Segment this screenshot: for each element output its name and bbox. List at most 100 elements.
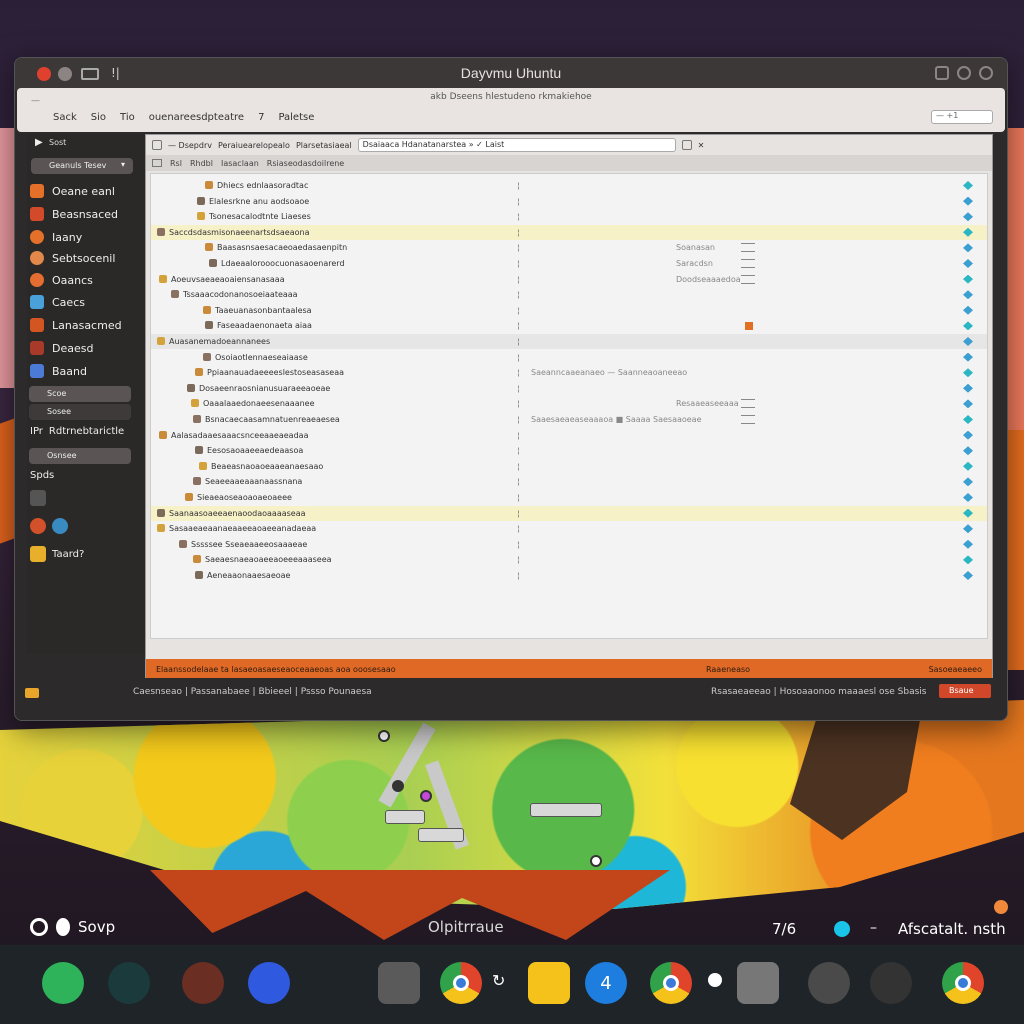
sidebar-pill[interactable]: Sosee	[29, 404, 131, 420]
menu-item[interactable]: 7	[258, 112, 264, 123]
back-icon[interactable]	[152, 140, 162, 150]
sync-icon[interactable]	[963, 243, 973, 253]
close-icon[interactable]: ✕	[698, 141, 705, 150]
chrome-app-2-icon[interactable]	[650, 962, 692, 1004]
record-app-icon[interactable]	[182, 962, 224, 1004]
table-row[interactable]: Beaeasnaoaoeaaeanaesaao ¦	[151, 459, 987, 474]
table-row[interactable]: Saccdsdasmisonaeenartsdsaeaona ¦	[151, 224, 987, 240]
path-segment[interactable]: Iasaclaan	[221, 159, 259, 168]
menu-item[interactable]: Sio	[91, 112, 106, 123]
table-row[interactable]: Ldaeaalorooocuonasaoenarerd ¦ Saracdsn	[151, 256, 987, 271]
sidebar-item[interactable]: Sebtsocenil	[27, 247, 143, 269]
table-row[interactable]: Saanaasoaeeaenaoodaoaaaaseaa ¦	[151, 505, 987, 521]
menu-search-input[interactable]: — +1	[931, 110, 993, 124]
clock[interactable]: 7/6	[772, 920, 796, 938]
sidebar-item-small[interactable]	[30, 490, 46, 506]
play-icon[interactable]: ▶	[35, 137, 43, 148]
table-row[interactable]: Faseaadaenonaeta aiaa ¦	[151, 318, 987, 333]
table-row[interactable]: Oaaalaaedonaeesenaaanee ¦ Resaaeaseeaaa	[151, 396, 987, 411]
table-row[interactable]: Dosaeenraosnianusuaraeeaoeae ¦	[151, 381, 987, 396]
sidebar-item[interactable]: Deaesd	[27, 337, 143, 359]
chrome-app-1-icon[interactable]	[440, 962, 482, 1004]
table-row[interactable]: Sasaaeaeaanaeaaeeaoaeeanadaeaa ¦	[151, 521, 987, 536]
table-row[interactable]: Baasasnsaesacaeoaedasaenpitn ¦ Soanasan	[151, 240, 987, 255]
sync-icon[interactable]	[963, 508, 973, 518]
sync-icon[interactable]	[963, 461, 973, 471]
gear-icon[interactable]	[979, 66, 993, 80]
sync-icon[interactable]	[963, 352, 973, 362]
path-segment[interactable]: Rsiaseodasdoilrene	[267, 159, 344, 168]
notes-app-icon[interactable]	[528, 962, 570, 1004]
menu-item[interactable]: Tio	[120, 112, 135, 123]
sidebar-select[interactable]: Geanuls Tesev ▾	[31, 158, 133, 174]
sync-icon[interactable]	[963, 290, 973, 300]
sync-icon[interactable]	[963, 446, 973, 456]
title-bar[interactable]: !| Dayvmu Uhuntu	[15, 58, 1007, 90]
refresh-icon[interactable]: ↻	[492, 971, 505, 990]
camera-app-icon[interactable]	[870, 962, 912, 1004]
menu-item[interactable]: Paletse	[278, 112, 314, 123]
settings-icon[interactable]	[957, 66, 971, 80]
terminal-app-icon[interactable]	[808, 962, 850, 1004]
sync-icon[interactable]	[963, 181, 973, 190]
chrome-app-3-icon[interactable]	[942, 962, 984, 1004]
sync-icon[interactable]	[963, 212, 973, 222]
footer-button[interactable]: Bsaue	[939, 684, 991, 698]
address-bar[interactable]: Dsaiaaca Hdanatanarstea » ✓ Laist	[357, 138, 676, 152]
sync-icon[interactable]	[963, 196, 973, 206]
path-segment[interactable]: Rhdbl	[190, 159, 213, 168]
sidebar-item[interactable]: Oaancs	[27, 269, 143, 291]
copy-icon[interactable]	[681, 140, 692, 150]
sync-icon[interactable]	[963, 477, 973, 487]
menu-item[interactable]: ouenareesdpteatre	[149, 112, 244, 123]
window-icon[interactable]	[935, 66, 949, 80]
sidebar-pill[interactable]: Osnsee	[29, 448, 131, 464]
eye-app-icon[interactable]	[108, 962, 150, 1004]
sidebar-item-special[interactable]: IPr Rdtrnebtarictle	[30, 426, 124, 437]
table-row[interactable]: Auasanemadoeannanees ¦	[151, 334, 987, 349]
table-row[interactable]: Tsonesacalodtnte Liaeses ¦	[151, 209, 987, 224]
sidebar-pill[interactable]: Scoe	[29, 386, 131, 402]
photos-app-icon[interactable]	[378, 962, 420, 1004]
sync-icon[interactable]	[963, 539, 973, 549]
status-dot-icon[interactable]	[834, 921, 850, 937]
table-row[interactable]: Tssaaacodonanosoeiaateaaa ¦	[151, 287, 987, 302]
folder-icon[interactable]	[25, 688, 39, 698]
phone-app-icon[interactable]	[42, 962, 84, 1004]
breadcrumb[interactable]: Plarsetasiaeal	[296, 141, 352, 150]
sidebar-item[interactable]: Beasnsaced	[27, 203, 143, 225]
sync-icon[interactable]	[963, 415, 973, 424]
dot-icon[interactable]	[56, 918, 70, 936]
sync-icon[interactable]	[963, 383, 973, 393]
table-row[interactable]: Ppiaanauadaeeeeslestoseasaseaa ¦ Saeanncaa…	[151, 365, 987, 380]
sidebar-item-small[interactable]: Taard?	[30, 546, 84, 562]
table-row[interactable]: Saeaesnaeaoaeeaoeeeaaaseea ¦	[151, 552, 987, 567]
sidebar-item[interactable]: Iaany	[27, 226, 143, 248]
folder-icon[interactable]	[152, 159, 162, 167]
table-row[interactable]: Eesosaoaaeeaedeaasoa ¦	[151, 443, 987, 458]
table-row[interactable]: Aeneaaonaaesaeoae ¦	[151, 568, 987, 583]
sync-icon[interactable]	[963, 305, 973, 315]
sync-icon[interactable]	[963, 571, 973, 580]
sidebar-item[interactable]: Oeane eanl	[27, 180, 143, 202]
sync-icon[interactable]	[963, 259, 973, 268]
sync-icon[interactable]	[963, 321, 973, 331]
settings-app-icon[interactable]	[737, 962, 779, 1004]
table-row[interactable]: Aalasadaaesaaacsnceeaaeaeadaa ¦	[151, 428, 987, 443]
menu-item[interactable]: Sack	[53, 112, 77, 123]
path-segment[interactable]: Rsl	[170, 159, 182, 168]
sync-icon[interactable]	[963, 227, 973, 237]
sidebar-item[interactable]: Lanasacmed	[27, 314, 143, 336]
sync-icon[interactable]	[963, 430, 973, 440]
sync-icon[interactable]	[963, 493, 973, 502]
table-row[interactable]: Sssssee Sseaeaaeeosaaaeae ¦	[151, 537, 987, 552]
table-row[interactable]: Seaeeaaeaaanaassnana ¦	[151, 474, 987, 489]
ring-icon[interactable]	[30, 918, 48, 936]
table-row[interactable]: Dhiecs ednlaasoradtac ¦	[151, 178, 987, 193]
sidebar-item[interactable]: Baand	[27, 360, 143, 382]
number-app-icon[interactable]: 4	[585, 962, 627, 1004]
sync-icon[interactable]	[963, 399, 973, 409]
table-row[interactable]: Osoiaotlennaeseaiaase ¦	[151, 350, 987, 365]
table-row[interactable]: Aoeuvsaeaeaoaiensanasaaa ¦ Doodseaaaedoa	[151, 272, 987, 287]
sync-icon[interactable]	[963, 274, 973, 284]
